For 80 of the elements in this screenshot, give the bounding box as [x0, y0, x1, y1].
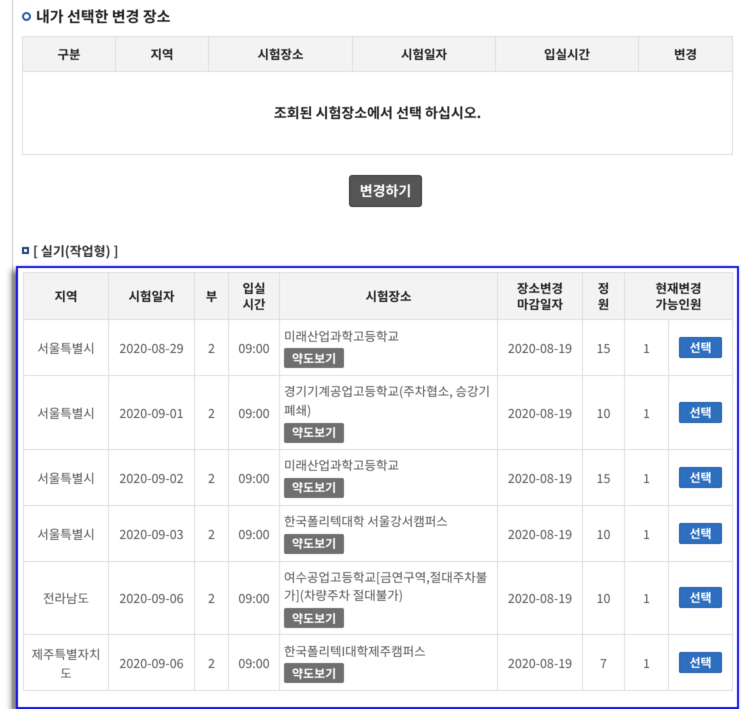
map-button[interactable]: 약도보기: [284, 534, 344, 554]
column-header: 시험일자: [108, 272, 194, 320]
column-header: 변경: [638, 36, 732, 72]
venue-name: 한국폴리텍I대학제주캠퍼스: [284, 642, 427, 660]
capacity-cell: 15: [582, 449, 624, 505]
column-header: 시험일자: [352, 36, 496, 72]
change-button[interactable]: 변경하기: [348, 175, 422, 207]
venue-name: 한국폴리텍대학 서울강서캠퍼스: [284, 512, 449, 531]
map-button[interactable]: 약도보기: [284, 422, 344, 442]
deadline-cell: 2020-08-19: [498, 561, 582, 634]
time-cell: 09:00: [228, 449, 280, 505]
date-cell: 2020-09-06: [108, 561, 194, 634]
column-header: 시험장소: [208, 36, 352, 72]
column-header: 입실시간: [496, 36, 638, 72]
column-header: 현재변경 가능인원: [624, 272, 733, 320]
region-cell: 서울특별시: [24, 376, 108, 449]
session-cell: 2: [194, 449, 228, 505]
available-cell: 1: [624, 634, 668, 690]
date-cell: 2020-09-02: [108, 449, 194, 505]
session-cell: 2: [194, 320, 228, 376]
region-cell: 서울특별시: [24, 505, 108, 561]
region-cell: 제주특별자치도: [24, 634, 108, 690]
date-cell: 2020-09-06: [108, 634, 194, 690]
time-cell: 09:00: [228, 376, 280, 449]
deadline-cell: 2020-08-19: [498, 505, 582, 561]
bullet-icon: [22, 247, 29, 254]
available-cell: 1: [624, 561, 668, 634]
time-cell: 09:00: [228, 634, 280, 690]
time-cell: 09:00: [228, 561, 280, 634]
deadline-cell: 2020-08-19: [498, 376, 582, 449]
column-header: 부: [194, 272, 228, 320]
available-cell: 1: [624, 320, 668, 376]
date-cell: 2020-08-29: [108, 320, 194, 376]
session-cell: 2: [194, 376, 228, 449]
select-button[interactable]: 선택: [679, 522, 722, 544]
session-cell: 2: [194, 561, 228, 634]
map-button[interactable]: 약도보기: [284, 608, 344, 628]
column-header: 지역: [24, 272, 108, 320]
capacity-cell: 10: [582, 376, 624, 449]
column-header: 입실 시간: [228, 272, 280, 320]
select-button[interactable]: 선택: [679, 466, 722, 488]
map-button[interactable]: 약도보기: [284, 478, 344, 498]
region-cell: 전라남도: [24, 561, 108, 634]
empty-message: 조회된 시험장소에서 선택 하십시오.: [22, 72, 732, 154]
time-cell: 09:00: [228, 505, 280, 561]
column-header: 장소변경 마감일자: [498, 272, 582, 320]
select-button[interactable]: 선택: [679, 402, 722, 423]
column-header: 정 원: [582, 272, 624, 320]
map-button[interactable]: 약도보기: [284, 663, 344, 684]
date-cell: 2020-09-01: [108, 376, 194, 449]
venue-name: 경기기계공업고등학교(주차협소, 승강기 폐쇄): [284, 382, 492, 420]
time-cell: 09:00: [228, 320, 280, 376]
select-button[interactable]: 선택: [679, 337, 722, 358]
capacity-cell: 10: [582, 505, 624, 561]
deadline-cell: 2020-08-19: [498, 449, 582, 505]
available-cell: 1: [624, 376, 668, 449]
venue-name: 여수공업고등학교[금연구역,절대주차불가](차량주차 절대불가): [284, 568, 488, 605]
select-button[interactable]: 선택: [679, 587, 722, 608]
capacity-cell: 15: [582, 320, 624, 376]
venue-name: 미래산업과학고등학교: [284, 326, 400, 346]
available-cell: 1: [624, 449, 668, 505]
select-button[interactable]: 선택: [679, 652, 722, 673]
section-title: 내가 선택한 변경 장소: [36, 6, 170, 27]
deadline-cell: 2020-08-19: [498, 634, 582, 690]
capacity-cell: 10: [582, 561, 624, 634]
region-cell: 서울특별시: [24, 320, 108, 376]
column-header: 지역: [116, 36, 208, 72]
column-header: 구분: [22, 36, 116, 72]
session-cell: 2: [194, 634, 228, 690]
ring-bullet-icon: [22, 12, 31, 21]
capacity-cell: 7: [582, 634, 624, 690]
deadline-cell: 2020-08-19: [498, 320, 582, 376]
map-button[interactable]: 약도보기: [284, 348, 344, 368]
session-cell: 2: [194, 505, 228, 561]
column-header: 시험장소: [280, 272, 498, 320]
region-cell: 서울특별시: [24, 449, 108, 505]
available-cell: 1: [624, 505, 668, 561]
venue-name: 미래산업과학고등학교: [284, 456, 400, 475]
section-title: [ 실기(작업형) ]: [33, 241, 118, 260]
date-cell: 2020-09-03: [108, 505, 194, 561]
